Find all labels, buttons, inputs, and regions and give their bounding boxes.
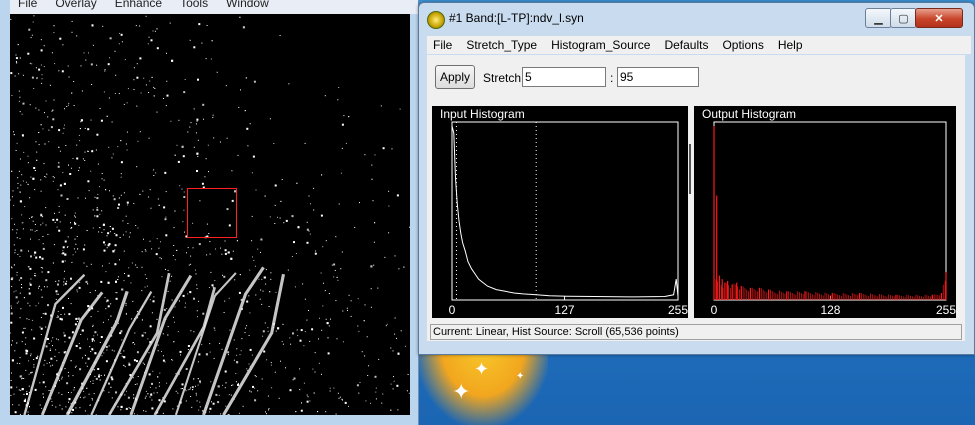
stretch-high-input[interactable]: 95 (617, 67, 699, 87)
stretch-separator: : (610, 71, 614, 85)
close-button[interactable]: ✕ (915, 8, 963, 28)
desktop-wallpaper-flower (418, 345, 548, 425)
image-window-menubar: File Overlay Enhance Tools Window (10, 0, 418, 14)
window-title: #1 Band:[L-TP]:ndv_l.syn (449, 11, 584, 25)
image-menu-enhance[interactable]: Enhance (115, 0, 162, 14)
panel-divider-handle[interactable] (689, 144, 691, 194)
apply-button[interactable]: Apply (435, 65, 475, 89)
histogram-plots: Input Histogram 0 127 255 Output Histogram 0… (427, 99, 965, 321)
output-histogram-panel[interactable]: Output Histogram 0 128 255 (694, 106, 956, 318)
histogram-title: Input Histogram (440, 107, 525, 121)
maximize-icon: ▢ (898, 12, 909, 25)
image-menu-file[interactable]: File (18, 0, 37, 14)
input-histogram-panel[interactable]: Input Histogram 0 127 255 (432, 106, 688, 318)
histogram-title: Output Histogram (702, 107, 796, 121)
status-bar: Current: Linear, Hist Source: Scroll (65… (427, 321, 965, 341)
input-histogram-chart: Input Histogram 0 127 255 (440, 107, 688, 317)
histogram-window: #1 Band:[L-TP]:ndv_l.syn ▁ ▢ ✕ File Stre… (418, 2, 975, 355)
maximize-button[interactable]: ▢ (890, 8, 917, 28)
x-tick-label: 0 (711, 303, 718, 317)
menubar: File Stretch_Type Histogram_Source Defau… (427, 36, 971, 54)
image-display-canvas[interactable] (10, 14, 410, 415)
status-text: Current: Linear, Hist Source: Scroll (65… (430, 324, 962, 340)
image-menu-overlay[interactable]: Overlay (55, 0, 96, 14)
image-menu-tools[interactable]: Tools (180, 0, 208, 14)
toolbar: Apply Stretch 5 : 95 (427, 55, 965, 99)
x-tick-label: 127 (555, 303, 575, 317)
menu-defaults[interactable]: Defaults (664, 36, 708, 54)
stretch-low-input[interactable]: 5 (522, 67, 606, 87)
close-icon: ✕ (934, 12, 944, 25)
zoom-box[interactable] (187, 188, 237, 238)
output-histogram-chart: Output Histogram 0 128 255 (702, 107, 956, 317)
wallpaper-sparkle: ✦ (452, 379, 471, 404)
menu-file[interactable]: File (433, 36, 452, 54)
histogram-line (451, 125, 679, 298)
x-tick-label: 255 (668, 303, 688, 317)
app-icon[interactable] (427, 11, 445, 29)
minimize-icon: ▁ (874, 12, 883, 25)
x-tick-label: 0 (449, 303, 456, 317)
image-menu-window[interactable]: Window (226, 0, 269, 14)
stretch-label: Stretch (483, 71, 522, 85)
minimize-button[interactable]: ▁ (865, 8, 892, 28)
plot-frame (713, 121, 947, 301)
menu-stretch-type[interactable]: Stretch_Type (466, 36, 537, 54)
menu-histogram-source[interactable]: Histogram_Source (551, 36, 650, 54)
plot-frame (451, 121, 679, 301)
x-tick-label: 128 (820, 303, 840, 317)
wallpaper-sparkle: ✦ (474, 359, 490, 379)
menu-help[interactable]: Help (778, 36, 803, 54)
title-bar[interactable]: #1 Band:[L-TP]:ndv_l.syn ▁ ▢ ✕ (419, 3, 974, 35)
x-tick-label: 255 (936, 303, 956, 317)
image-window: File Overlay Enhance Tools Window (0, 0, 419, 425)
menu-options[interactable]: Options (722, 36, 763, 54)
wallpaper-sparkle: ✦ (516, 371, 525, 382)
